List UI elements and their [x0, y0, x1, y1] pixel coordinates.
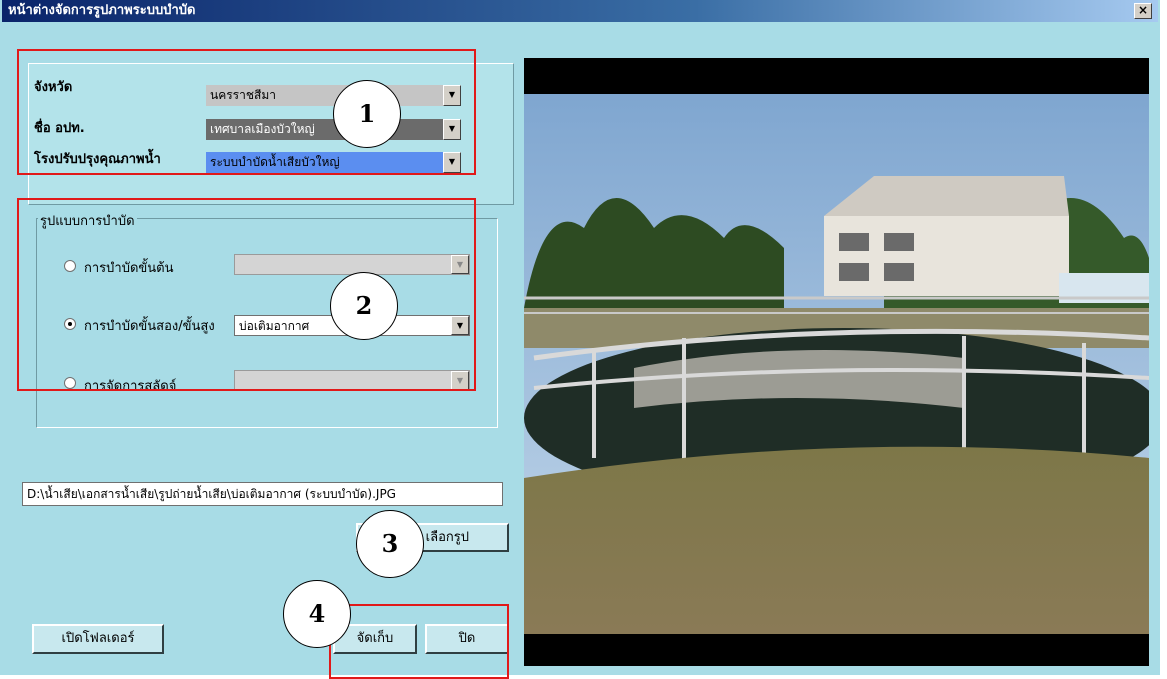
annotation-marker-2: 2 [330, 272, 398, 340]
treatment-pond-photo [524, 94, 1164, 634]
title-bar: หน้าต่างจัดการรูปภาพระบบบำบัด × [2, 0, 1158, 22]
close-icon[interactable]: × [1134, 3, 1152, 19]
file-path-value: D:\น้ำเสีย\เอกสารน้ำเสีย\รูปถ่ายน้ำเสีย\… [27, 487, 396, 501]
window-title: หน้าต่างจัดการรูปภาพระบบบำบัด [8, 3, 196, 18]
image-manager-window: หน้าต่างจัดการรูปภาพระบบบำบัด × จังหวัด … [0, 0, 1164, 679]
photo-preview [524, 58, 1164, 666]
open-folder-label: เปิดโฟลเดอร์ [61, 631, 135, 646]
annotation-marker-4: 4 [283, 580, 351, 648]
annotation-box-2 [17, 198, 476, 391]
open-folder-button[interactable]: เปิดโฟลเดอร์ [32, 624, 164, 654]
annotation-marker-1: 1 [333, 80, 401, 148]
select-image-label: เลือกรูป [425, 530, 469, 545]
annotation-marker-3: 3 [356, 510, 424, 578]
annotation-box-1 [17, 49, 476, 175]
file-path-input[interactable]: D:\น้ำเสีย\เอกสารน้ำเสีย\รูปถ่ายน้ำเสีย\… [22, 482, 503, 506]
annotation-box-4 [329, 604, 509, 679]
